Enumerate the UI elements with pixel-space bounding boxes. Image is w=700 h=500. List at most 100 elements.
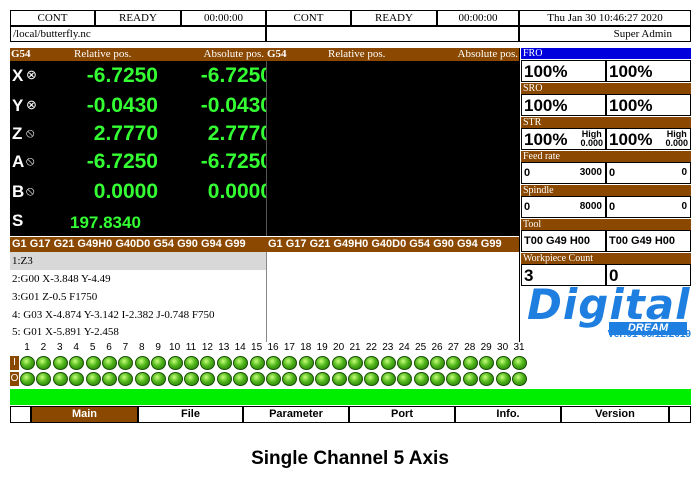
program-line[interactable]: 4: G03 X-4.874 Y-3.142 I-2.382 J-0.748 F… (10, 306, 266, 324)
logo-wordmark: Digital (527, 280, 691, 329)
io-number: 17 (283, 342, 295, 353)
output-led-icon[interactable] (380, 372, 396, 386)
output-led-icon[interactable] (495, 372, 511, 386)
channel2-gcode-modal: G1 G17 G21 G49H0 G40D0 G54 G90 G94 G99 (266, 237, 519, 252)
input-led-icon[interactable] (348, 356, 363, 370)
output-led-icon[interactable] (184, 372, 199, 386)
workpiece-count-label: Workpiece Count (521, 253, 691, 264)
axis-row-b: B ⦸ 0.0000 0.0000 (10, 178, 272, 208)
sro-channel1[interactable]: 100% (521, 94, 606, 116)
str-label: STR (521, 117, 691, 128)
channel1-axis-header: G54 Relative pos. Absolute pos. (10, 48, 266, 61)
axis-absolute-value: -0.0430 (200, 94, 272, 117)
output-led-icon[interactable] (331, 372, 347, 386)
input-led-icon[interactable] (216, 356, 232, 370)
softkey-main[interactable]: Main (31, 406, 138, 423)
output-led-icon[interactable] (167, 372, 183, 386)
str-channel1[interactable]: 100% High 0.000 (521, 128, 606, 150)
output-led-icon[interactable] (85, 372, 101, 386)
sro-label: SRO (521, 83, 691, 94)
output-led-icon[interactable] (52, 372, 68, 386)
axis-row-y: Y ⊗ -0.0430 -0.0430 (10, 92, 272, 122)
io-number: 11 (185, 342, 197, 353)
input-led-icon[interactable] (167, 356, 183, 370)
input-led-icon[interactable] (102, 356, 117, 370)
input-led-icon[interactable] (462, 356, 478, 370)
input-led-icon[interactable] (380, 356, 396, 370)
io-number: 31 (513, 342, 525, 353)
sro-channel2[interactable]: 100% (606, 94, 691, 116)
softkey-parameter[interactable]: Parameter (243, 406, 349, 423)
softkey-right-blank[interactable] (669, 406, 691, 423)
feed-rate-channel1: 0 3000 (521, 162, 606, 184)
fro-channel1[interactable]: 100% (521, 60, 606, 82)
input-led-icon[interactable] (20, 356, 35, 370)
output-led-icon[interactable] (462, 372, 478, 386)
spindle-channel1: 0 8000 (521, 196, 606, 218)
axis-row-z: Z ⦸ 2.7770 2.7770 (10, 120, 272, 150)
softkey-left-blank[interactable] (10, 406, 31, 423)
file-path-channel2 (266, 26, 519, 42)
input-led-icon[interactable] (134, 356, 150, 370)
relative-label: Relative pos. (328, 48, 386, 60)
output-led-icon[interactable] (348, 372, 363, 386)
input-led-icon[interactable] (52, 356, 68, 370)
str-high: High 0.000 (665, 130, 688, 148)
program-line[interactable]: 5: G01 X-5.891 Y-2.458 (10, 323, 266, 341)
output-led-icon[interactable] (249, 372, 265, 386)
io-number: 13 (218, 342, 230, 353)
output-led-icon[interactable] (298, 372, 314, 386)
io-number: 7 (122, 342, 129, 353)
softkey-info[interactable]: Info. (455, 406, 561, 423)
axis-letter: X (12, 66, 24, 85)
axis-relative-value: 2.7770 (93, 122, 158, 145)
input-led-icon[interactable] (512, 356, 527, 370)
tool-channel1: T00 G49 H00 (521, 230, 606, 252)
output-led-icon[interactable] (102, 372, 117, 386)
input-led-icon[interactable] (495, 356, 511, 370)
softkey-version[interactable]: Version (561, 406, 669, 423)
high-value: 0.000 (580, 138, 603, 148)
program-line-current[interactable]: 1:Z3 (10, 252, 266, 270)
fro-channel2[interactable]: 100% (606, 60, 691, 82)
input-led-icon[interactable] (430, 356, 445, 370)
output-led-icon[interactable] (134, 372, 150, 386)
input-led-icon[interactable] (249, 356, 265, 370)
datetime-display: Thu Jan 30 10:46:27 2020 (519, 10, 691, 26)
str-high: High 0.000 (580, 130, 603, 148)
io-number: 23 (382, 342, 394, 353)
str-channel2[interactable]: 100% High 0.000 (606, 128, 691, 150)
sro-value: 100% (609, 96, 653, 115)
input-led-icon[interactable] (184, 356, 199, 370)
coord-system: G54 (267, 48, 287, 60)
output-led-icon[interactable] (216, 372, 232, 386)
input-led-icon[interactable] (298, 356, 314, 370)
io-number: 8 (139, 342, 145, 353)
output-led-icon[interactable] (20, 372, 35, 386)
output-led-icon[interactable] (430, 372, 445, 386)
status-indicator-bar (10, 389, 691, 405)
softkey-port[interactable]: Port (349, 406, 455, 423)
feed-rate-label: Feed rate (521, 151, 691, 162)
input-led-icon[interactable] (266, 356, 281, 370)
channel2-mode: CONT (266, 10, 351, 26)
channel1-gcode-modal: G1 G17 G21 G49H0 G40D0 G54 G90 G94 G99 (10, 237, 266, 252)
tool-value: T00 G49 H00 (524, 235, 591, 247)
softkey-file[interactable]: File (138, 406, 243, 423)
io-number: 30 (497, 342, 509, 353)
io-number: 10 (169, 342, 181, 353)
io-number: 25 (415, 342, 427, 353)
program-line[interactable]: 2:G00 X-3.848 Y-4.49 (10, 270, 266, 288)
input-led-icon[interactable] (331, 356, 347, 370)
program-line[interactable]: 3:G01 Z-0.5 F1750 (10, 288, 266, 306)
output-led-icon[interactable] (512, 372, 527, 386)
spindle-label: Spindle (521, 185, 691, 196)
output-led-icon[interactable] (413, 372, 429, 386)
channel2-time: 00:00:00 (437, 10, 519, 26)
version-label: Ver:01-08/12/2019 (607, 329, 691, 340)
input-led-icon[interactable] (413, 356, 429, 370)
spindle-programmed: 0 (681, 201, 687, 212)
absolute-label: Absolute pos. (457, 48, 519, 60)
output-led-icon[interactable] (266, 372, 281, 386)
input-led-icon[interactable] (85, 356, 101, 370)
